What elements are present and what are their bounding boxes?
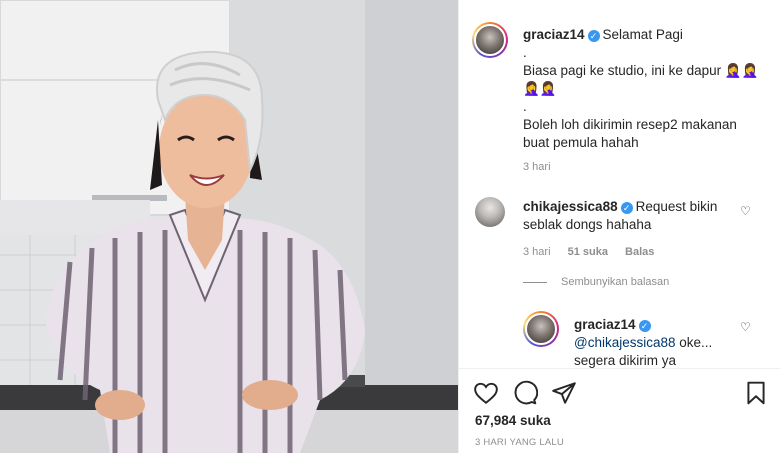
reply-like-heart-icon[interactable]: ♡ — [740, 321, 752, 333]
reply-username[interactable]: graciaz14 — [574, 317, 636, 332]
commenter-avatar[interactable] — [475, 197, 505, 227]
hide-replies-button[interactable]: Sembunyikan balasan — [523, 276, 669, 288]
comment-age[interactable]: 3 hari — [523, 246, 551, 258]
comment-username[interactable]: chikajessica88 — [523, 199, 618, 214]
reply-button[interactable]: Balas — [625, 246, 654, 258]
reply-text-tail: oke... — [675, 335, 713, 350]
caption-line-4: 🤦‍♀️🤦‍♀️ — [523, 81, 557, 96]
comment-text-line-2: seblak dongs hahaha — [523, 217, 652, 232]
comment-likes[interactable]: 51 suka — [568, 246, 608, 258]
caption-username[interactable]: graciaz14 — [523, 27, 585, 42]
reply-author-avatar[interactable] — [523, 311, 559, 347]
reply-text-line-2: segera dikirim ya — [574, 353, 677, 368]
verified-badge-icon: ✓ — [638, 320, 651, 332]
caption-meta: 3 hari — [523, 161, 565, 173]
comment-text-line-1: Request bikin — [635, 199, 718, 214]
comment-meta: 3 hari 51 suka Balas — [523, 246, 668, 258]
paper-plane-icon[interactable] — [551, 380, 577, 406]
comment-icon[interactable] — [512, 380, 539, 406]
post-photo[interactable] — [0, 0, 458, 453]
caption: graciaz14 ✓ Selamat Pagi . Biasa pagi ke s… — [523, 26, 768, 152]
reply-mention-link[interactable]: @chikajessica88 — [574, 335, 676, 350]
bookmark-icon[interactable] — [743, 380, 769, 406]
likes-count[interactable]: 67,984 suka — [475, 413, 551, 428]
reply: graciaz14 ✓ @chikajessica88 oke... segera… — [574, 316, 744, 368]
caption-line-2: . — [523, 45, 527, 60]
caption-age[interactable]: 3 hari — [523, 161, 551, 173]
post-photo-illustration — [0, 0, 458, 453]
caption-line-3: Biasa pagi ke studio, ini ke dapur 🤦‍♀️🤦… — [523, 63, 759, 78]
hide-replies-label: Sembunyikan balasan — [561, 276, 670, 288]
comments-section: graciaz14 ✓ Selamat Pagi . Biasa pagi ke s… — [459, 0, 780, 368]
post-side-panel: graciaz14 ✓ Selamat Pagi . Biasa pagi ke s… — [458, 0, 780, 453]
heart-icon[interactable] — [473, 380, 499, 406]
caption-line-5: . — [523, 99, 527, 114]
post-actions-bar: 67,984 suka 3 HARI YANG LALU — [459, 368, 780, 453]
caption-line-1: Selamat Pagi — [602, 27, 683, 42]
author-avatar[interactable] — [472, 22, 508, 58]
verified-badge-icon: ✓ — [587, 30, 600, 42]
comment-like-heart-icon[interactable]: ♡ — [740, 205, 752, 217]
comment: chikajessica88 ✓ Request bikin seblak dong… — [523, 198, 768, 234]
caption-line-6: Boleh loh dikirimin resep2 makanan — [523, 117, 737, 132]
post-timestamp[interactable]: 3 HARI YANG LALU — [475, 437, 564, 448]
verified-badge-icon: ✓ — [620, 202, 633, 214]
divider-dash — [523, 281, 547, 283]
caption-line-7: buat pemula hahah — [523, 135, 639, 150]
